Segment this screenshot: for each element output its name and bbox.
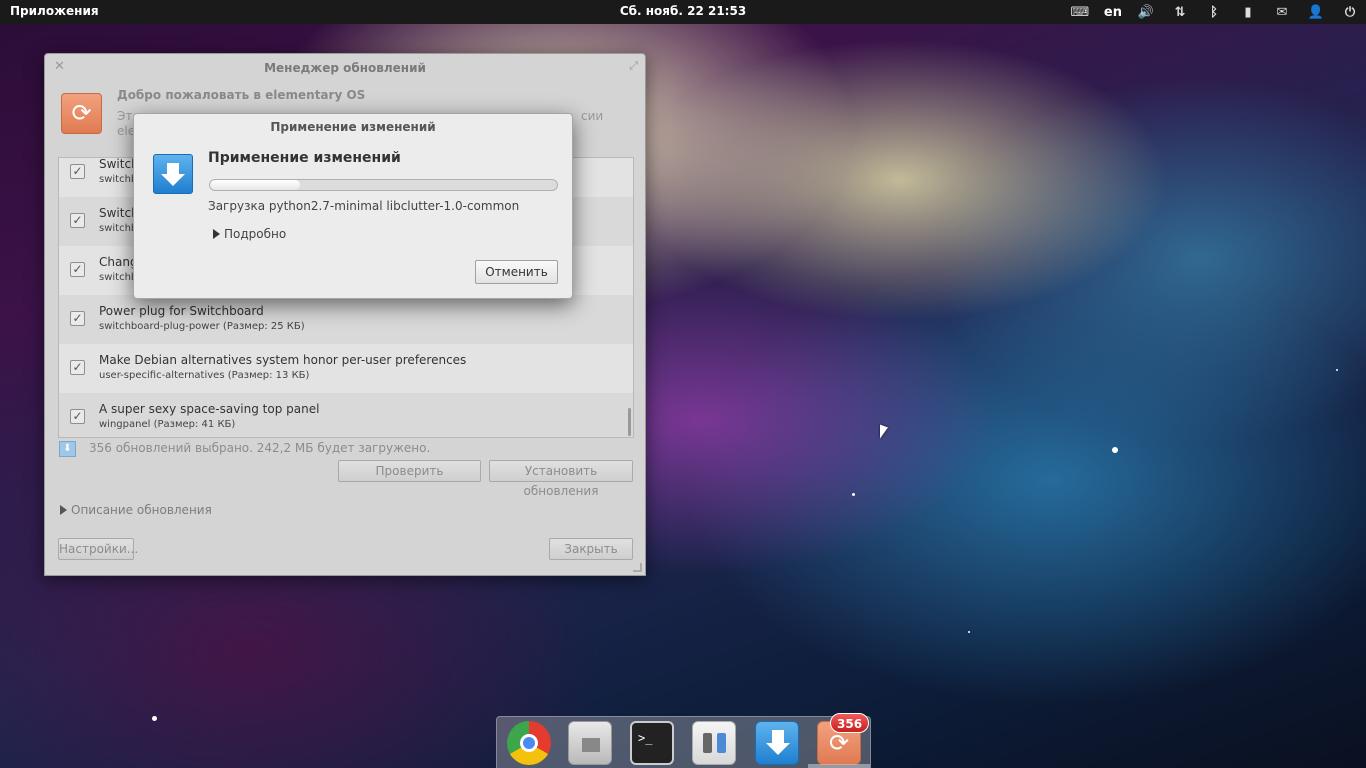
progress-fill xyxy=(210,180,301,190)
network-icon[interactable]: ⇅ xyxy=(1170,3,1190,21)
star xyxy=(968,631,970,633)
window-title: Менеджер обновлений xyxy=(264,61,426,75)
package-title: Chang xyxy=(99,255,138,269)
mouse-cursor xyxy=(880,424,888,442)
check-button[interactable]: Проверить xyxy=(338,460,481,482)
close-button[interactable]: Закрыть xyxy=(549,538,633,560)
mail-icon[interactable]: ✉ xyxy=(1272,3,1292,21)
maximize-icon[interactable]: ⤢ xyxy=(629,59,638,73)
update-description-expander[interactable]: Описание обновления xyxy=(60,503,212,517)
update-checkbox[interactable]: ✓ xyxy=(70,311,85,326)
selection-status: 356 обновлений выбрано. 242,2 МБ будет з… xyxy=(89,441,431,455)
window-titlebar[interactable]: ✕ Менеджер обновлений ⤢ xyxy=(45,54,645,82)
star xyxy=(1336,369,1338,371)
update-checkbox[interactable]: ✓ xyxy=(70,409,85,424)
expander-label: Описание обновления xyxy=(71,503,212,517)
welcome-description: сии xyxy=(581,109,604,123)
language-indicator[interactable]: en xyxy=(1104,3,1122,21)
settings-button[interactable]: Настройки... xyxy=(58,538,138,560)
clock[interactable]: Сб. нояб. 22 21:53 xyxy=(620,4,746,18)
package-title: Power plug for Switchboard xyxy=(99,304,264,318)
update-checkbox[interactable]: ✓ xyxy=(70,213,85,228)
package-title: A super sexy space-saving top panel xyxy=(99,402,320,416)
install-updates-button[interactable]: Установить обновления xyxy=(489,460,633,498)
update-checkbox[interactable]: ✓ xyxy=(70,262,85,277)
terminal-prompt: >_ xyxy=(638,731,653,745)
download-icon xyxy=(153,154,193,194)
dialog-title: Применение изменений xyxy=(270,120,436,134)
package-subtitle: switchb xyxy=(99,174,138,185)
battery-icon[interactable]: ▮ xyxy=(1238,3,1258,21)
cancel-button[interactable]: Отменить xyxy=(475,260,558,284)
indicators: ⌨ en 🔊 ⇅ ᛒ ▮ ✉ 👤 ⏻ xyxy=(1070,0,1360,24)
triangle-right-icon xyxy=(60,505,67,515)
keyboard-icon[interactable]: ⌨ xyxy=(1070,3,1090,21)
installer-icon[interactable] xyxy=(755,721,799,765)
package-subtitle: wingpanel (Размер: 41 КБ) xyxy=(99,419,236,430)
progress-status: Загрузка python2.7-minimal libclutter-1.… xyxy=(208,199,520,213)
update-checkbox[interactable]: ✓ xyxy=(70,164,85,179)
update-count-badge: 356 xyxy=(830,713,870,733)
package-subtitle: user-specific-alternatives (Размер: 13 К… xyxy=(99,370,310,381)
star xyxy=(852,493,855,496)
active-indicator xyxy=(808,764,870,768)
resize-grip[interactable] xyxy=(633,563,642,572)
package-subtitle: switchboard-plug-power (Размер: 25 КБ) xyxy=(99,321,305,332)
welcome-title: Добро пожаловать в elementary OS xyxy=(117,88,366,102)
list-item[interactable]: ✓ Power plug for Switchboard switchboard… xyxy=(59,295,633,344)
top-panel: Приложения Сб. нояб. 22 21:53 ⌨ en 🔊 ⇅ ᛒ… xyxy=(0,0,1366,24)
package-subtitle: switchb xyxy=(99,223,138,234)
update-checkbox[interactable]: ✓ xyxy=(70,360,85,375)
triangle-right-icon xyxy=(213,229,220,239)
files-icon[interactable] xyxy=(568,721,612,765)
volume-icon[interactable]: 🔊 xyxy=(1136,3,1156,21)
switchboard-icon[interactable] xyxy=(692,721,736,765)
terminal-icon[interactable]: >_ xyxy=(630,721,674,765)
download-icon: ⬇ xyxy=(59,441,76,457)
list-item[interactable]: ✓ Make Debian alternatives system honor … xyxy=(59,344,633,393)
dock: >_ ⟳ 356 xyxy=(496,713,871,768)
expander-label: Подробно xyxy=(224,227,287,241)
list-item[interactable]: ✓ A super sexy space-saving top panel wi… xyxy=(59,393,633,437)
user-icon[interactable]: 👤 xyxy=(1306,3,1326,21)
power-icon[interactable]: ⏻ xyxy=(1340,3,1360,21)
star xyxy=(152,716,157,721)
bluetooth-icon[interactable]: ᛒ xyxy=(1204,3,1224,21)
list-scrollbar[interactable] xyxy=(628,408,631,436)
progress-bar xyxy=(209,179,558,191)
package-subtitle: switchb xyxy=(99,272,138,283)
chrome-icon[interactable] xyxy=(507,721,551,765)
star xyxy=(1112,447,1118,453)
package-title: Make Debian alternatives system honor pe… xyxy=(99,353,467,367)
apply-changes-dialog: Применение изменений Применение изменени… xyxy=(133,113,573,299)
details-expander[interactable]: Подробно xyxy=(213,227,286,241)
applications-menu[interactable]: Приложения xyxy=(10,4,99,18)
dialog-heading: Применение изменений xyxy=(208,150,401,166)
update-manager-icon: ⟳ xyxy=(61,93,102,134)
welcome-description: Эт xyxy=(117,109,133,123)
